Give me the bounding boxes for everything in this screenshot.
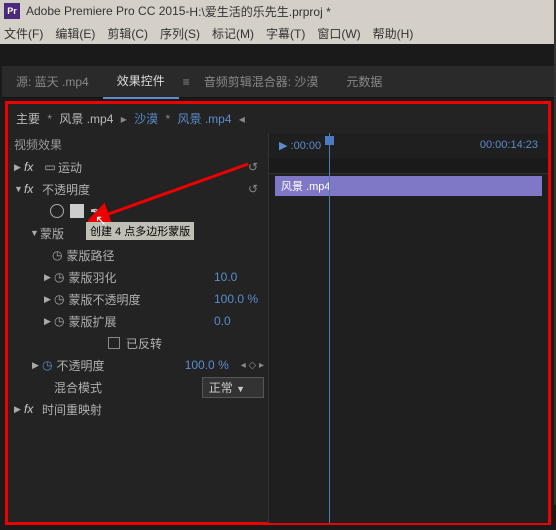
time-remap-row[interactable]: ▶ fx 时间重映射	[12, 398, 264, 420]
mask-opacity-row[interactable]: ▶ ◷ 蒙版不透明度 100.0 %	[12, 288, 264, 310]
menu-window[interactable]: 窗口(W)	[317, 25, 360, 42]
twirl-icon[interactable]: ▶	[32, 360, 42, 371]
opacity-prop-row[interactable]: ▶ ◷ 不透明度 100.0 % ◂ ◇ ▸	[12, 354, 264, 376]
effect-controls-panel: 主要 * 风景 .mp4 ▸ 沙漠 * 风景 .mp4 ◂ 视频效果 ▶ fx …	[5, 101, 551, 525]
tab-audio-mixer[interactable]: 音频剪辑混合器: 沙漠	[190, 65, 333, 98]
ellipse-mask-button[interactable]	[50, 204, 64, 218]
tab-effect-controls[interactable]: 效果控件	[103, 64, 179, 99]
inverted-checkbox[interactable]	[108, 337, 120, 349]
twirl-icon[interactable]: ▶	[14, 162, 24, 173]
time-ruler[interactable]	[269, 158, 548, 174]
title-bar: Pr Adobe Premiere Pro CC 2015 - H:\爱生活的乐…	[0, 0, 556, 22]
app-icon: Pr	[4, 3, 20, 19]
stopwatch-icon[interactable]: ◷	[54, 314, 64, 328]
menu-edit[interactable]: 编辑(E)	[55, 25, 95, 42]
twirl-icon[interactable]: ▶	[14, 404, 24, 415]
twirl-icon[interactable]: ▶	[44, 316, 54, 327]
blend-mode-select[interactable]: 正常 ▼	[202, 377, 264, 398]
rectangle-mask-button[interactable]	[70, 204, 84, 218]
panel-tabs: 源: 蓝天 .mp4 效果控件 ≡ 音频剪辑混合器: 沙漠 元数据	[2, 66, 554, 98]
stopwatch-icon[interactable]: ◷	[42, 358, 52, 372]
fx-badge: fx	[24, 402, 42, 416]
mouse-cursor-icon: ↖	[95, 212, 107, 229]
tab-source[interactable]: 源: 蓝天 .mp4	[2, 65, 103, 98]
menu-title[interactable]: 字幕(T)	[266, 25, 305, 42]
timeline-clip[interactable]: 风景 .mp4	[275, 176, 542, 196]
mask-expansion-row[interactable]: ▶ ◷ 蒙版扩展 0.0	[12, 310, 264, 332]
video-effects-header: 视频效果	[12, 133, 264, 156]
fx-badge: fx	[24, 160, 42, 174]
twirl-icon[interactable]: ▼	[30, 228, 40, 238]
twirl-icon[interactable]: ▶	[44, 272, 54, 283]
breadcrumb: 主要 * 风景 .mp4 ▸ 沙漠 * 风景 .mp4 ◂	[16, 110, 249, 127]
tab-metadata[interactable]: 元数据	[332, 65, 396, 98]
timeline-area[interactable]: ▶ :00:00 00:00:14:23 风景 .mp4	[268, 133, 548, 523]
stopwatch-icon[interactable]: ◷	[52, 248, 62, 262]
mask-opacity-value[interactable]: 100.0 %	[214, 292, 264, 306]
project-path: H:\爱生活的乐先生.prproj *	[189, 3, 330, 20]
mask-inverted-row[interactable]: 已反转	[12, 332, 264, 354]
menu-bar[interactable]: 文件(F) 编辑(E) 剪辑(C) 序列(S) 标记(M) 字幕(T) 窗口(W…	[0, 22, 556, 44]
blend-mode-row[interactable]: 混合模式 正常 ▼	[12, 376, 264, 398]
mask-expansion-value[interactable]: 0.0	[214, 314, 264, 328]
fx-badge: fx	[24, 182, 42, 196]
stopwatch-icon[interactable]: ◷	[54, 270, 64, 284]
motion-icon: ▭	[42, 160, 58, 174]
menu-help[interactable]: 帮助(H)	[373, 25, 414, 42]
keyframe-nav[interactable]: ◂ ◇ ▸	[241, 360, 264, 371]
playhead[interactable]	[329, 133, 330, 523]
panel-menu-icon[interactable]: ≡	[183, 75, 190, 89]
mask-feather-value[interactable]: 10.0	[214, 270, 264, 284]
annotation-arrow	[88, 154, 258, 264]
timeline-end: 00:00:14:23	[480, 139, 538, 152]
app-title: Adobe Premiere Pro CC 2015	[26, 4, 185, 18]
twirl-icon[interactable]: ▼	[14, 184, 24, 194]
menu-file[interactable]: 文件(F)	[4, 25, 43, 42]
opacity-value[interactable]: 100.0 %	[185, 358, 235, 372]
menu-sequence[interactable]: 序列(S)	[160, 25, 200, 42]
twirl-icon[interactable]: ▶	[44, 294, 54, 305]
mask-feather-row[interactable]: ▶ ◷ 蒙版羽化 10.0	[12, 266, 264, 288]
stopwatch-icon[interactable]: ◷	[54, 292, 64, 306]
timeline-start: ▶ :00:00	[279, 139, 321, 152]
menu-clip[interactable]: 剪辑(C)	[107, 25, 148, 42]
menu-marker[interactable]: 标记(M)	[212, 25, 254, 42]
